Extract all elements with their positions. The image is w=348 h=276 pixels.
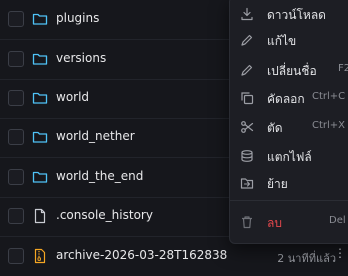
menu-item-label: ตัด (267, 121, 283, 135)
file-modified-date: 2 นาทีที่แล้ว (277, 252, 336, 265)
folder-icon (32, 171, 48, 183)
menu-item-label: แก้ไข (267, 34, 297, 48)
file-name[interactable]: versions (56, 51, 106, 65)
menu-item-cut[interactable]: ตัด Ctrl+X (230, 114, 348, 140)
row-checkbox[interactable] (8, 51, 24, 67)
extract-icon (241, 150, 253, 162)
file-name[interactable]: world_nether (56, 129, 135, 143)
menu-item-shortcut: Ctrl+C (312, 91, 346, 102)
context-menu: ดาวน์โหลด แก้ไข เปลี่ยนชื่อ F2 คัดลอก Ct… (229, 0, 348, 244)
menu-item-download[interactable]: ดาวน์โหลด (230, 1, 348, 27)
menu-item-extract[interactable]: แตกไฟล์ (230, 143, 348, 169)
scissors-icon (241, 121, 254, 133)
row-checkbox[interactable] (8, 169, 24, 185)
menu-item-move[interactable]: ย้าย (230, 170, 348, 196)
row-checkbox[interactable] (8, 208, 24, 224)
menu-item-label: คัดลอก (267, 92, 305, 106)
menu-divider (230, 200, 348, 201)
menu-item-label: แตกไฟล์ (267, 150, 312, 164)
menu-item-copy[interactable]: คัดลอก Ctrl+C (230, 85, 348, 111)
file-name[interactable]: plugins (56, 11, 99, 25)
menu-item-shortcut: Ctrl+X (312, 120, 346, 131)
folder-icon (32, 53, 48, 65)
more-options-icon[interactable]: ⋮ (334, 246, 346, 260)
folder-icon (32, 131, 48, 143)
archive-icon (34, 248, 46, 264)
menu-item-shortcut: Del (329, 215, 346, 226)
menu-item-label: ลบ (267, 216, 282, 230)
file-name[interactable]: world (56, 90, 89, 104)
file-name[interactable]: world_the_end (56, 169, 143, 183)
menu-item-label: ย้าย (267, 177, 288, 191)
file-name[interactable]: .console_history (56, 208, 153, 222)
download-icon (241, 7, 253, 21)
menu-item-delete[interactable]: ลบ Del (230, 209, 348, 235)
rename-icon (241, 64, 253, 76)
menu-item-rename[interactable]: เปลี่ยนชื่อ F2 (230, 57, 348, 83)
move-icon (240, 178, 254, 189)
row-checkbox[interactable] (8, 129, 24, 145)
trash-icon (242, 216, 252, 229)
folder-icon (32, 92, 48, 104)
copy-icon (241, 92, 254, 105)
folder-icon (32, 13, 48, 25)
menu-item-shortcut: F2 (338, 63, 348, 74)
menu-item-edit[interactable]: แก้ไข (230, 27, 348, 53)
menu-item-label: ดาวน์โหลด (267, 8, 326, 22)
row-checkbox[interactable] (8, 11, 24, 27)
pencil-icon (241, 34, 253, 46)
menu-item-label: เปลี่ยนชื่อ (267, 64, 317, 78)
file-icon (34, 208, 46, 224)
row-checkbox[interactable] (8, 90, 24, 106)
row-checkbox[interactable] (8, 248, 24, 264)
file-name[interactable]: archive-2026-03-28T162838... (56, 248, 228, 262)
